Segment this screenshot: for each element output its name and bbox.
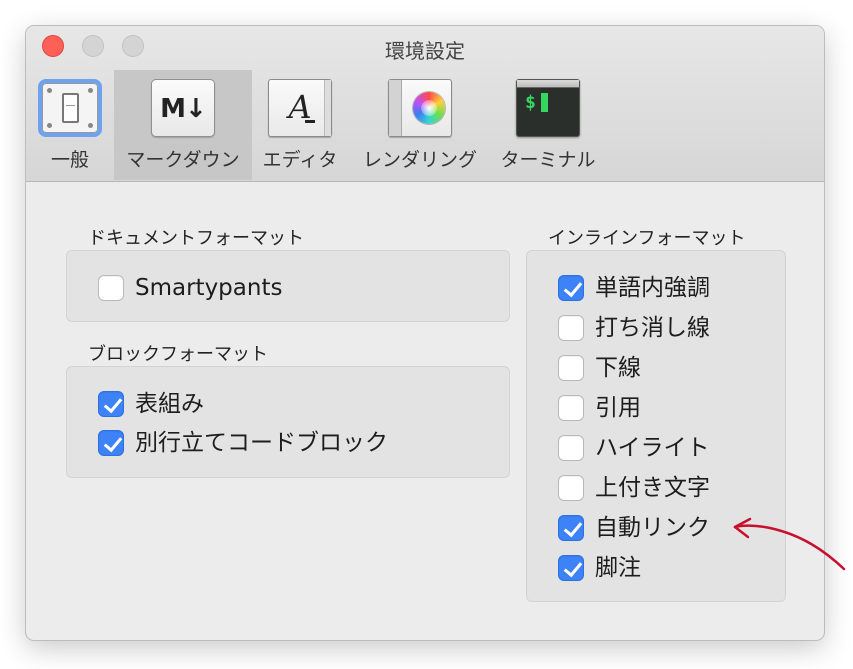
- smartypants-checkbox[interactable]: [98, 275, 124, 301]
- general-switch-icon: [38, 79, 102, 137]
- underline-label: 下線: [595, 355, 641, 381]
- tab-rendering[interactable]: レンダリング: [348, 70, 492, 180]
- autolink-checkbox[interactable]: [558, 515, 584, 541]
- document-format-heading: ドキュメントフォーマット: [88, 228, 304, 249]
- terminal-icon-prompt: $: [525, 92, 536, 113]
- document-format-group: Smartypants: [66, 250, 510, 322]
- tab-editor-label: エディタ: [262, 149, 338, 171]
- terminal-icon: $: [516, 79, 580, 137]
- strikethrough-checkbox[interactable]: [558, 315, 584, 341]
- tables-label: 表組み: [135, 391, 204, 417]
- tab-editor[interactable]: A エディタ: [252, 70, 348, 180]
- highlight-checkbox[interactable]: [558, 435, 584, 461]
- superscript-checkbox[interactable]: [558, 475, 584, 501]
- tab-general-label: 一般: [50, 149, 89, 171]
- footnotes-label: 脚注: [595, 555, 641, 581]
- block-format-heading: ブロックフォーマット: [88, 344, 268, 365]
- highlight-label: ハイライト: [595, 435, 710, 461]
- block-format-group: 表組み 別行立てコードブロック: [66, 366, 510, 478]
- tab-rendering-label: レンダリング: [362, 149, 477, 171]
- intra-word-emphasis-label: 単語内強調: [595, 275, 710, 301]
- markdown-icon-glyph: M↓: [160, 94, 207, 124]
- annotation-arrow-icon: [733, 517, 846, 571]
- tab-markdown-label: マークダウン: [126, 149, 240, 171]
- tab-general[interactable]: 一般: [26, 70, 114, 180]
- toolbar: 環境設定 一般 M↓ マークダウン A エディタ レンダリング $ ターミナル: [26, 26, 824, 182]
- footnotes-checkbox[interactable]: [558, 555, 584, 581]
- markdown-icon: M↓: [151, 79, 215, 137]
- intra-word-emphasis-checkbox[interactable]: [558, 275, 584, 301]
- tables-checkbox[interactable]: [98, 391, 124, 417]
- autolink-label: 自動リンク: [595, 515, 710, 541]
- quote-checkbox[interactable]: [558, 395, 584, 421]
- fenced-code-blocks-checkbox[interactable]: [98, 430, 124, 456]
- fenced-code-blocks-label: 別行立てコードブロック: [135, 430, 388, 456]
- superscript-label: 上付き文字: [595, 475, 710, 501]
- smartypants-label: Smartypants: [135, 275, 283, 301]
- underline-checkbox[interactable]: [558, 355, 584, 381]
- editor-icon-glyph: A: [288, 88, 312, 126]
- window-title: 環境設定: [385, 39, 465, 63]
- tab-terminal-label: ターミナル: [500, 149, 596, 171]
- quote-label: 引用: [595, 395, 641, 421]
- inline-format-heading: インラインフォーマット: [548, 228, 746, 249]
- tab-terminal[interactable]: $ ターミナル: [492, 70, 604, 180]
- strikethrough-label: 打ち消し線: [595, 315, 710, 341]
- tab-markdown[interactable]: M↓ マークダウン: [114, 70, 252, 180]
- editor-icon: A: [268, 79, 332, 137]
- preferences-window: 環境設定 一般 M↓ マークダウン A エディタ レンダリング $ ターミナル …: [26, 26, 824, 640]
- color-wheel-icon: [388, 79, 452, 137]
